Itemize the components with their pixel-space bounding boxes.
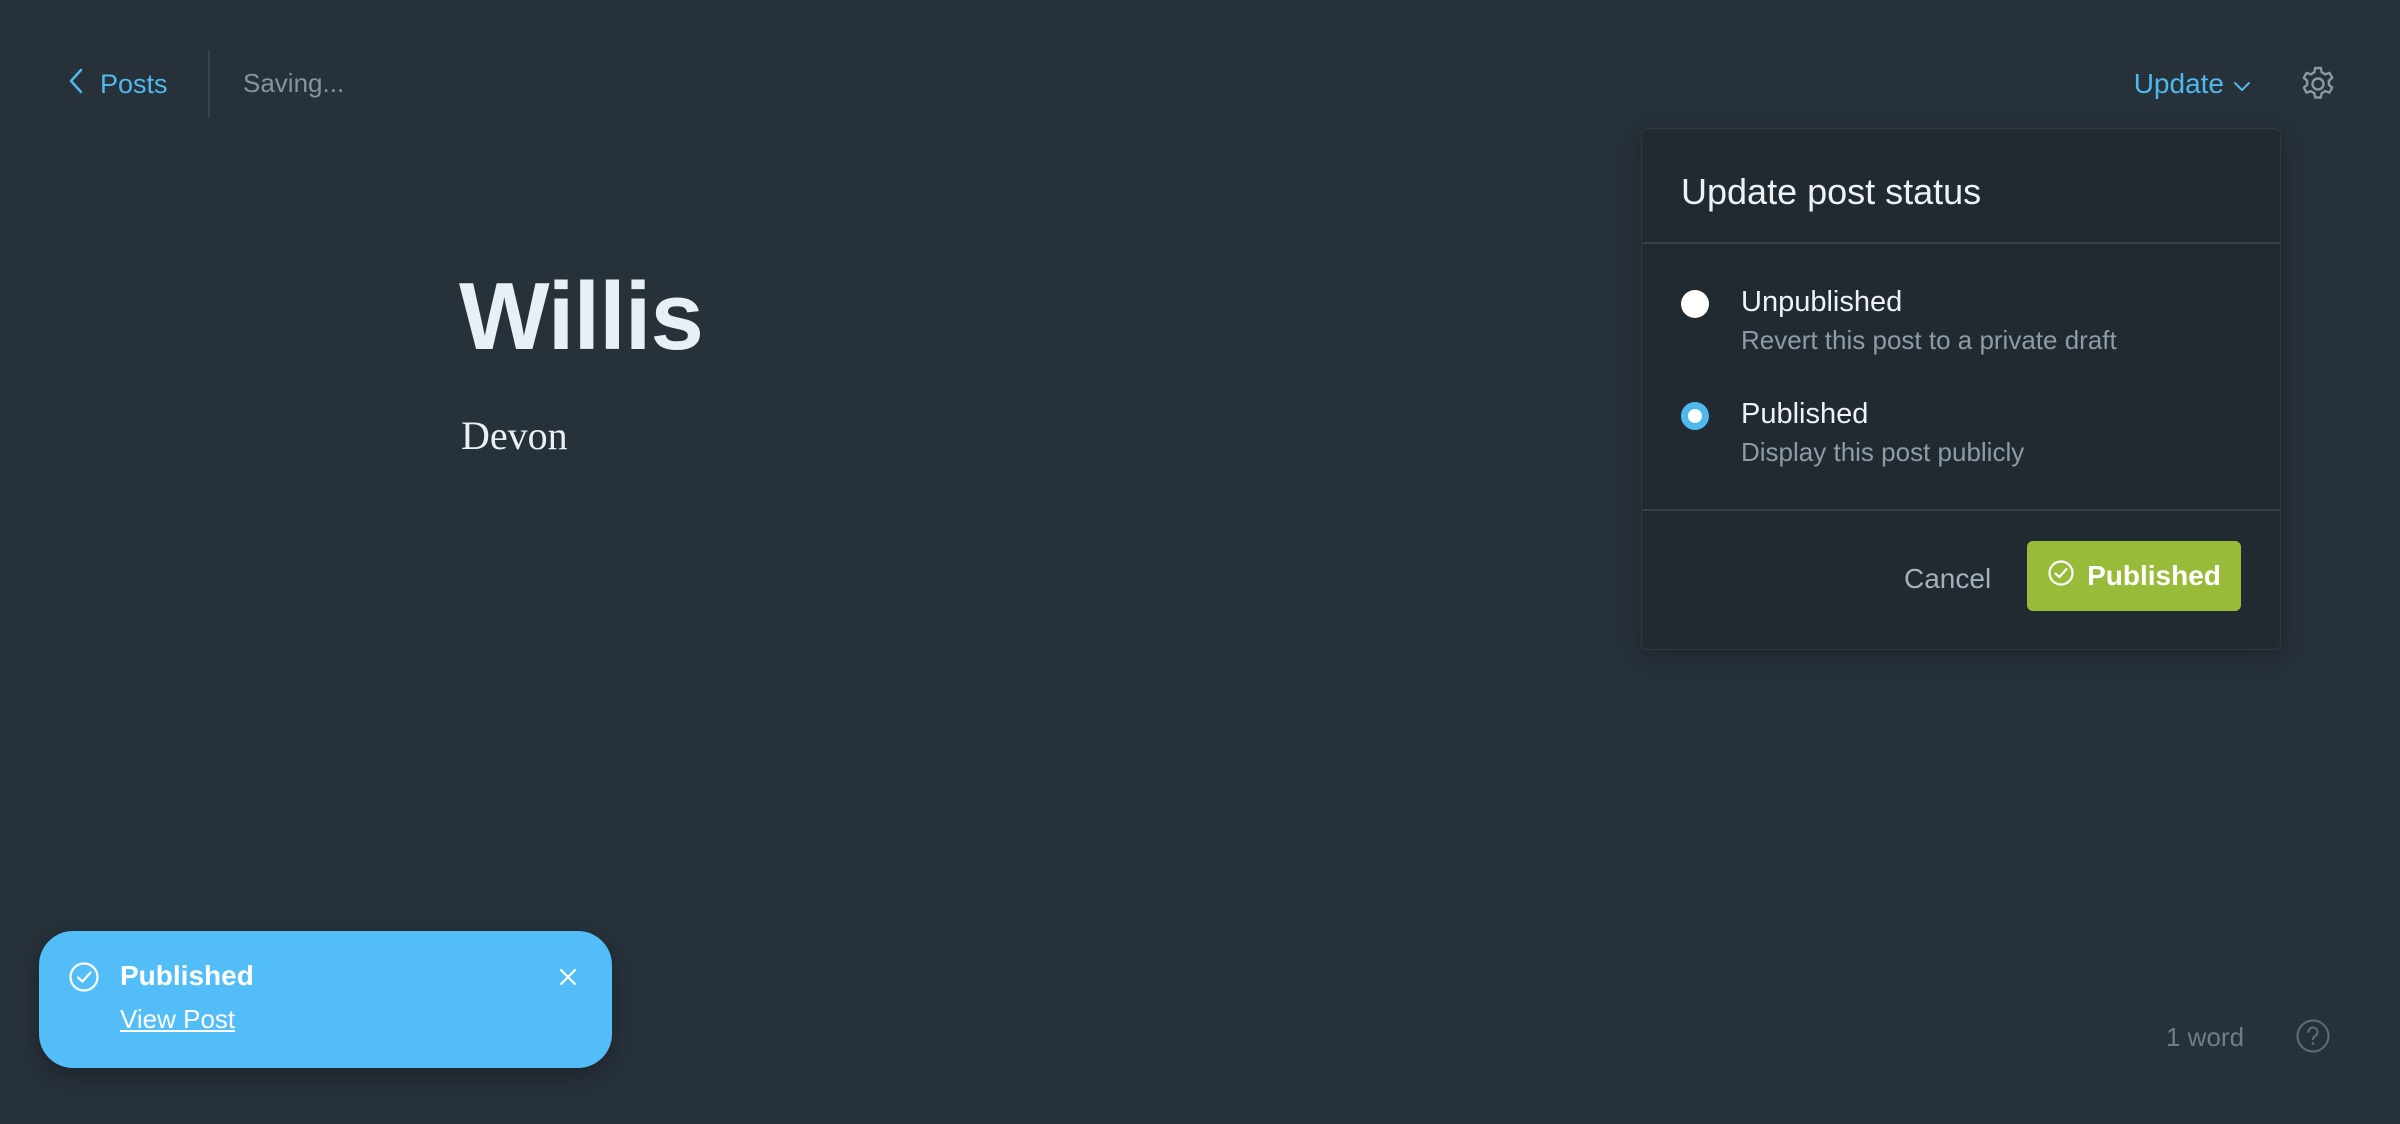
check-circle-icon [2047,559,2075,594]
cancel-button[interactable]: Cancel [1904,563,1991,595]
update-button-label: Update [2133,68,2224,99]
option-label: Unpublished [1741,286,1903,318]
help-icon[interactable] [2295,1018,2331,1054]
post-body[interactable]: Devon [461,412,568,459]
unpublished-option[interactable]: Unpublished Revert this post to a privat… [1681,284,2117,359]
option-label: Published [1741,398,1869,430]
published-radio[interactable] [1681,402,1709,430]
option-description: Display this post publicly [1741,437,2025,467]
update-status-panel: Update post status Unpublished Revert th… [1641,128,2281,650]
gear-icon[interactable] [2298,64,2338,104]
toast-title: Published [120,960,254,991]
published-button-label: Published [2087,560,2221,591]
back-link-label: Posts [100,68,168,99]
chevron-down-icon [2232,68,2252,100]
panel-footer: Cancel Published [1642,509,2280,649]
close-icon[interactable] [555,964,581,990]
check-circle-icon [68,961,100,993]
save-status: Saving... [243,68,345,98]
word-count: 1 word [2166,1022,2245,1052]
panel-heading: Update post status [1642,129,2280,244]
update-dropdown-button[interactable]: Update [2134,64,2252,104]
option-description: Revert this post to a private draft [1741,325,2117,355]
chevron-left-icon [66,67,88,102]
view-post-link[interactable]: View Post [120,1004,235,1035]
post-title[interactable]: Willis [459,262,704,372]
published-toast: Published View Post [39,931,612,1068]
header-divider [208,50,210,118]
published-button[interactable]: Published [2027,541,2241,611]
back-to-posts-link[interactable]: Posts [66,64,168,104]
unpublished-radio[interactable] [1681,290,1709,318]
published-option[interactable]: Published Display this post publicly [1681,396,2024,471]
